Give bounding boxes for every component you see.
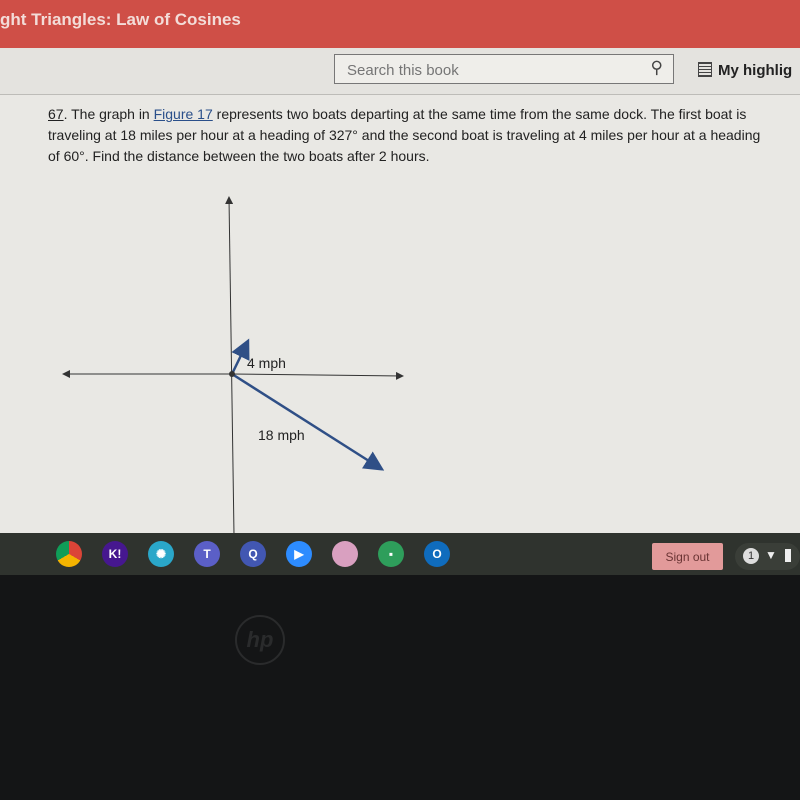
figure-link[interactable]: Figure 17 [154,106,213,122]
problem-text: 67. The graph in Figure 17 represents tw… [48,104,768,167]
app-icon-outlook[interactable]: O [424,541,450,567]
taskbar: Sign out 1 ▼ K! ✺ T Q ▶ ▪ O [0,533,800,575]
toolbar: ⚲ My highlig [0,48,800,95]
my-highlights-button[interactable]: My highlig [698,62,792,79]
app-icon-classroom[interactable]: ▪ [378,541,404,567]
app-icon-kahoot[interactable]: K! [102,541,128,567]
screen: ght Triangles: Law of Cosines ⚲ My highl… [0,0,800,575]
notebook-icon [698,62,712,77]
figure-17: 4 mph 18 mph [62,196,404,535]
wifi-icon: ▼ [765,548,777,562]
notification-badge: 1 [743,548,759,564]
title-bar: ght Triangles: Law of Cosines [0,0,800,48]
dock-point [229,371,235,377]
label-4mph: 4 mph [247,355,286,371]
app-icon-quizlet[interactable]: Q [240,541,266,567]
problem-text-part: . The graph in [63,106,154,122]
search-box[interactable]: ⚲ [334,54,674,84]
page-title: ght Triangles: Law of Cosines [0,10,241,29]
vector-18mph [231,372,385,471]
app-icon-zoom[interactable]: ▶ [286,541,312,567]
app-icon-chrome[interactable] [56,541,82,567]
label-18mph: 18 mph [258,427,305,443]
my-highlights-label: My highlig [718,62,793,79]
search-icon[interactable]: ⚲ [651,58,663,78]
app-icon-app-burst[interactable]: ✺ [148,541,174,567]
app-icon-app-photo[interactable] [332,541,358,567]
hp-logo: hp [235,615,285,665]
search-input[interactable] [345,61,629,80]
vector-4mph [230,338,250,375]
app-icon-teams[interactable]: T [194,541,220,567]
problem-number[interactable]: 67 [48,106,64,122]
y-axis [225,196,235,535]
system-tray[interactable]: 1 ▼ [735,543,800,570]
sign-out-button[interactable]: Sign out [652,543,723,570]
x-axis-right [231,371,404,380]
battery-icon [785,549,791,562]
